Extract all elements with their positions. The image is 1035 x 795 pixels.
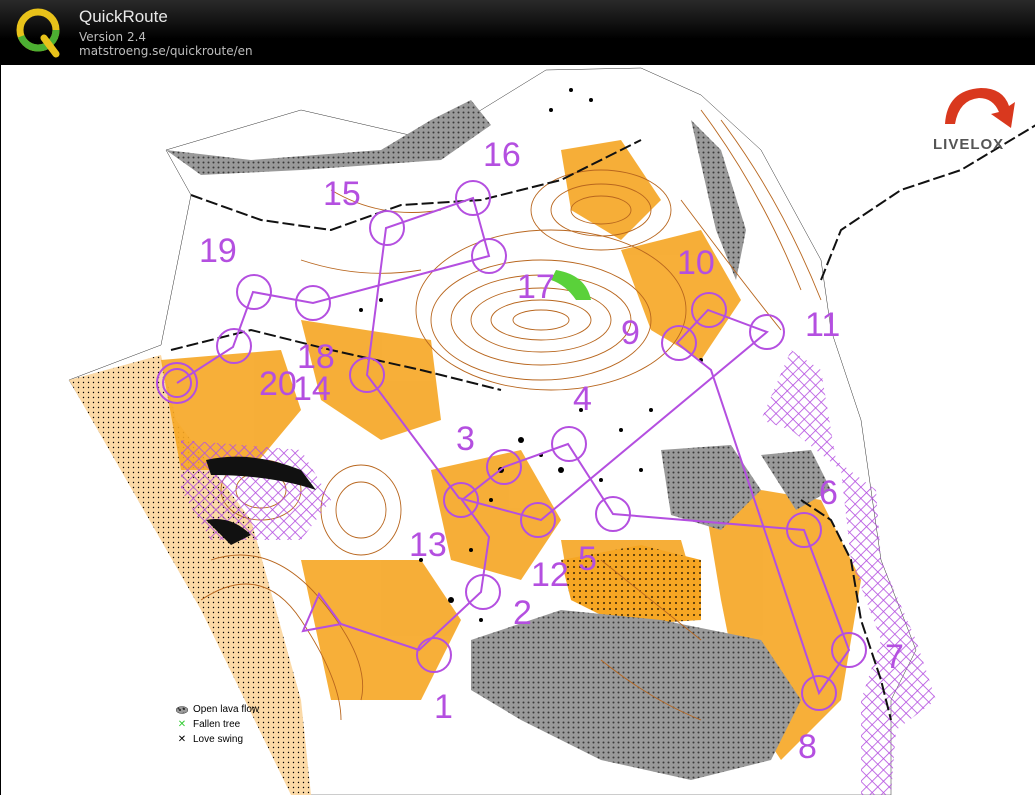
map-legend: Open lava flow ✕ Fallen tree ✕ Love swin… [176,702,259,747]
control-number-19: 19 [199,232,237,270]
green-x-icon: ✕ [177,719,187,730]
legend-item: ✕ Love swing [176,732,259,747]
control-number-10: 10 [677,244,715,282]
app-header: QuickRoute Version 2.4 matstroeng.se/qui… [0,0,1035,65]
control-number-17: 17 [517,268,555,306]
livelox-logo: LIVELOX [933,84,1023,154]
control-number-6: 6 [819,474,838,512]
control-number-16: 16 [483,136,521,174]
control-number-7: 7 [885,638,904,676]
control-number-2: 2 [513,594,532,632]
control-number-1: 1 [434,688,453,726]
legend-label: Love swing [193,734,244,745]
control-number-5: 5 [578,540,597,578]
legend-item: Open lava flow [176,702,259,717]
control-number-20: 20 [259,365,297,403]
map-canvas: 1 2 3 4 5 6 7 8 9 10 11 12 13 14 15 16 1… [68,67,1035,795]
legend-label: Open lava flow [193,704,260,715]
control-number-13: 13 [409,526,447,564]
quickroute-logo-icon [16,8,60,58]
control-number-4: 4 [573,380,592,418]
legend-item: ✕ Fallen tree [176,717,259,732]
control-number-15: 15 [323,175,361,213]
control-number-9: 9 [621,314,640,352]
control-number-3: 3 [456,420,475,458]
control-number-12: 12 [531,556,569,594]
livelox-wordmark: LIVELOX [933,136,1005,153]
control-number-8: 8 [798,728,817,766]
lava-dots-icon [176,705,188,714]
control-number-11: 11 [805,306,840,344]
control-number-18: 18 [297,338,335,376]
black-x-icon: ✕ [177,734,187,745]
livelox-arrow-icon [945,88,1015,128]
legend-label: Fallen tree [193,719,241,730]
app-title: QuickRoute [79,7,168,26]
app-url[interactable]: matstroeng.se/quickroute/en [79,44,253,58]
app-version: Version 2.4 [79,30,147,44]
orienteering-map[interactable]: 1 2 3 4 5 6 7 8 9 10 11 12 13 14 15 16 1… [0,65,1035,795]
